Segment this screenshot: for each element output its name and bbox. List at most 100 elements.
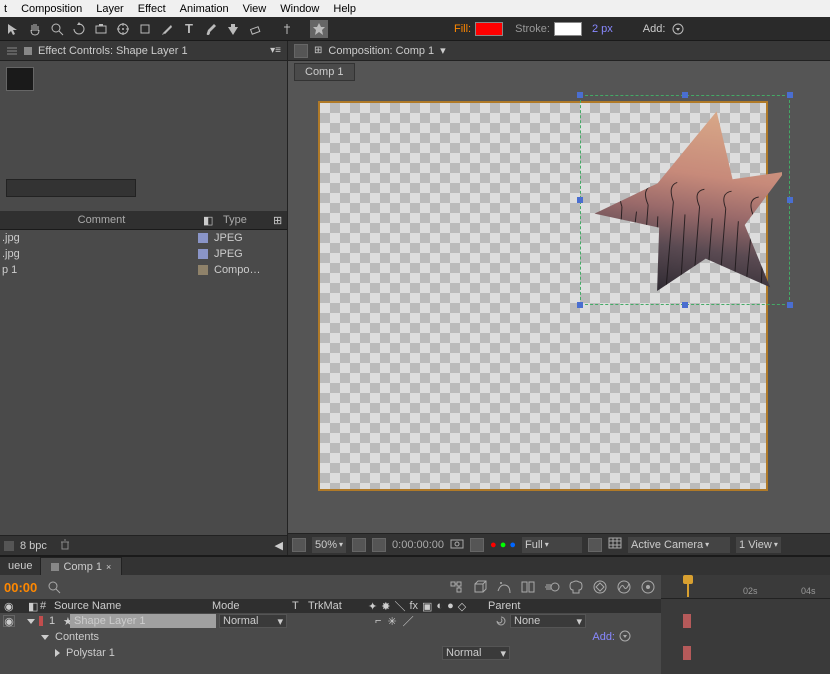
selection-tool-icon[interactable] (4, 20, 22, 38)
twirl-right-icon[interactable] (55, 649, 60, 657)
render-queue-tab[interactable]: ueue (0, 560, 40, 572)
timeline-options-icon[interactable] (639, 578, 657, 596)
brush-tool-icon[interactable] (202, 20, 220, 38)
type-tool-icon[interactable]: T (180, 20, 198, 38)
menu-item[interactable]: t (4, 3, 7, 15)
switches-icon[interactable]: ● (447, 600, 454, 612)
blend-mode-dropdown[interactable]: Normal▾ (219, 614, 287, 628)
timeline-track-view[interactable]: 02s 04s (661, 575, 830, 674)
shy-switch-icon[interactable]: ⌐ (375, 615, 381, 627)
resolution-dropdown[interactable]: Full▾ (522, 537, 582, 553)
auto-keyframe-icon[interactable] (591, 578, 609, 596)
mode-column[interactable]: Mode (212, 600, 240, 612)
rotate-tool-icon[interactable] (70, 20, 88, 38)
layer-duration-bar[interactable] (683, 614, 691, 628)
viewer-icon[interactable] (372, 538, 386, 552)
stroke-swatch[interactable] (554, 22, 582, 36)
pan-behind-tool-icon[interactable] (114, 20, 132, 38)
bpc-toggle[interactable]: 8 bpc (20, 540, 47, 552)
camera-dropdown[interactable]: Active Camera▾ (628, 537, 730, 553)
layer-polystar-row[interactable]: Polystar 1 Normal▾ (0, 645, 661, 661)
zoom-dropdown[interactable]: 50%▾ (312, 537, 346, 553)
resize-handle[interactable] (787, 92, 793, 98)
zoom-tool-icon[interactable] (48, 20, 66, 38)
menu-item-animation[interactable]: Animation (180, 3, 229, 15)
hand-tool-icon[interactable] (26, 20, 44, 38)
layer-color-label[interactable] (39, 616, 43, 626)
menu-item-composition[interactable]: Composition (21, 3, 82, 15)
parent-dropdown[interactable]: None▾ (510, 614, 586, 628)
search-icon[interactable] (47, 580, 62, 595)
motion-blur-icon[interactable] (543, 578, 561, 596)
timeline-comp-tab[interactable]: Comp 1 × (40, 557, 122, 575)
column-comment[interactable]: Comment (0, 214, 203, 226)
toggle-alpha-icon[interactable] (292, 538, 306, 552)
switches-icon[interactable]: ＼ (394, 598, 405, 614)
switches-icon[interactable]: fx (409, 600, 418, 612)
project-item-comp[interactable]: p 1 Compo… (0, 262, 287, 278)
visibility-toggle-icon[interactable]: ◉ (3, 615, 15, 627)
current-time-display[interactable]: 00:00 (4, 580, 37, 595)
eye-column-icon[interactable]: ◉ (4, 600, 14, 613)
polystar-mode-dropdown[interactable]: Normal▾ (442, 646, 510, 660)
snapshot-icon[interactable] (450, 537, 464, 552)
menu-item-view[interactable]: View (243, 3, 267, 15)
roi-icon[interactable] (588, 538, 602, 552)
eraser-tool-icon[interactable] (246, 20, 264, 38)
viewer-icon[interactable] (352, 538, 366, 552)
panel-grabber-icon[interactable] (6, 42, 18, 60)
project-item-jpeg[interactable]: .jpg JPEG (0, 246, 287, 262)
shape-selection-bounds[interactable] (580, 95, 790, 305)
index-column[interactable]: # (40, 600, 46, 612)
switches-icon[interactable]: ◇ (458, 600, 466, 613)
composition-viewer[interactable] (288, 81, 830, 533)
resize-handle[interactable] (577, 197, 583, 203)
camera-tool-icon[interactable] (92, 20, 110, 38)
comp-flowchart-icon[interactable] (447, 578, 465, 596)
view-layout-dropdown[interactable]: 1 View▾ (736, 537, 781, 553)
resize-handle[interactable] (577, 302, 583, 308)
channel-icon[interactable]: ● (490, 539, 497, 551)
quality-switch-icon[interactable]: ／ (403, 613, 414, 629)
switches-icon[interactable]: ▣ (422, 600, 432, 613)
parent-column[interactable]: Parent (488, 600, 520, 612)
grid-icon[interactable] (608, 537, 622, 552)
switches-icon[interactable]: ◐ (436, 600, 443, 612)
project-item-jpeg[interactable]: .jpg JPEG (0, 230, 287, 246)
stroke-width-value[interactable]: 2 px (592, 23, 613, 35)
collapse-switch-icon[interactable]: ✳ (387, 615, 396, 628)
scroll-left-icon[interactable]: ◀ (275, 539, 283, 552)
frame-blend-icon[interactable] (519, 578, 537, 596)
star-tool-active-icon[interactable] (310, 20, 328, 38)
current-time-indicator-icon[interactable] (681, 575, 695, 597)
panel-menu-icon[interactable]: ▾≡ (270, 45, 281, 56)
panel-grabber-icon[interactable] (294, 44, 308, 58)
brainstorm-icon[interactable] (567, 578, 585, 596)
trkmat-column[interactable]: TrkMat (308, 600, 342, 612)
close-tab-icon[interactable]: × (106, 562, 111, 572)
interpret-footage-icon[interactable] (4, 541, 14, 551)
twirl-down-icon[interactable] (27, 619, 35, 624)
shape-tool-icon[interactable] (136, 20, 154, 38)
source-name-column[interactable]: Source Name (54, 600, 121, 612)
menu-item-layer[interactable]: Layer (96, 3, 124, 15)
star-shape-icon[interactable] (588, 97, 782, 297)
graph-editor-icon[interactable] (615, 578, 633, 596)
fill-swatch[interactable] (475, 22, 503, 36)
time-ruler[interactable]: 02s 04s (661, 575, 830, 599)
label-column-icon[interactable]: ◧ (203, 214, 217, 227)
switches-icon[interactable]: ✦ (368, 600, 377, 613)
menu-item-effect[interactable]: Effect (138, 3, 166, 15)
pickwhip-icon[interactable] (495, 615, 507, 627)
pen-tool-icon[interactable] (158, 20, 176, 38)
clone-tool-icon[interactable] (224, 20, 242, 38)
add-menu-icon[interactable] (619, 630, 631, 645)
composition-dropdown-icon[interactable]: ▾ (440, 44, 446, 57)
viewer-icon[interactable] (470, 538, 484, 552)
resize-handle[interactable] (787, 197, 793, 203)
layer-name[interactable]: Shape Layer 1 (70, 614, 216, 628)
flowchart-icon[interactable]: ⊞ (314, 45, 322, 56)
search-input[interactable] (6, 179, 136, 197)
layer-contents-row[interactable]: Contents Add: (0, 629, 661, 645)
menu-item-window[interactable]: Window (280, 3, 319, 15)
